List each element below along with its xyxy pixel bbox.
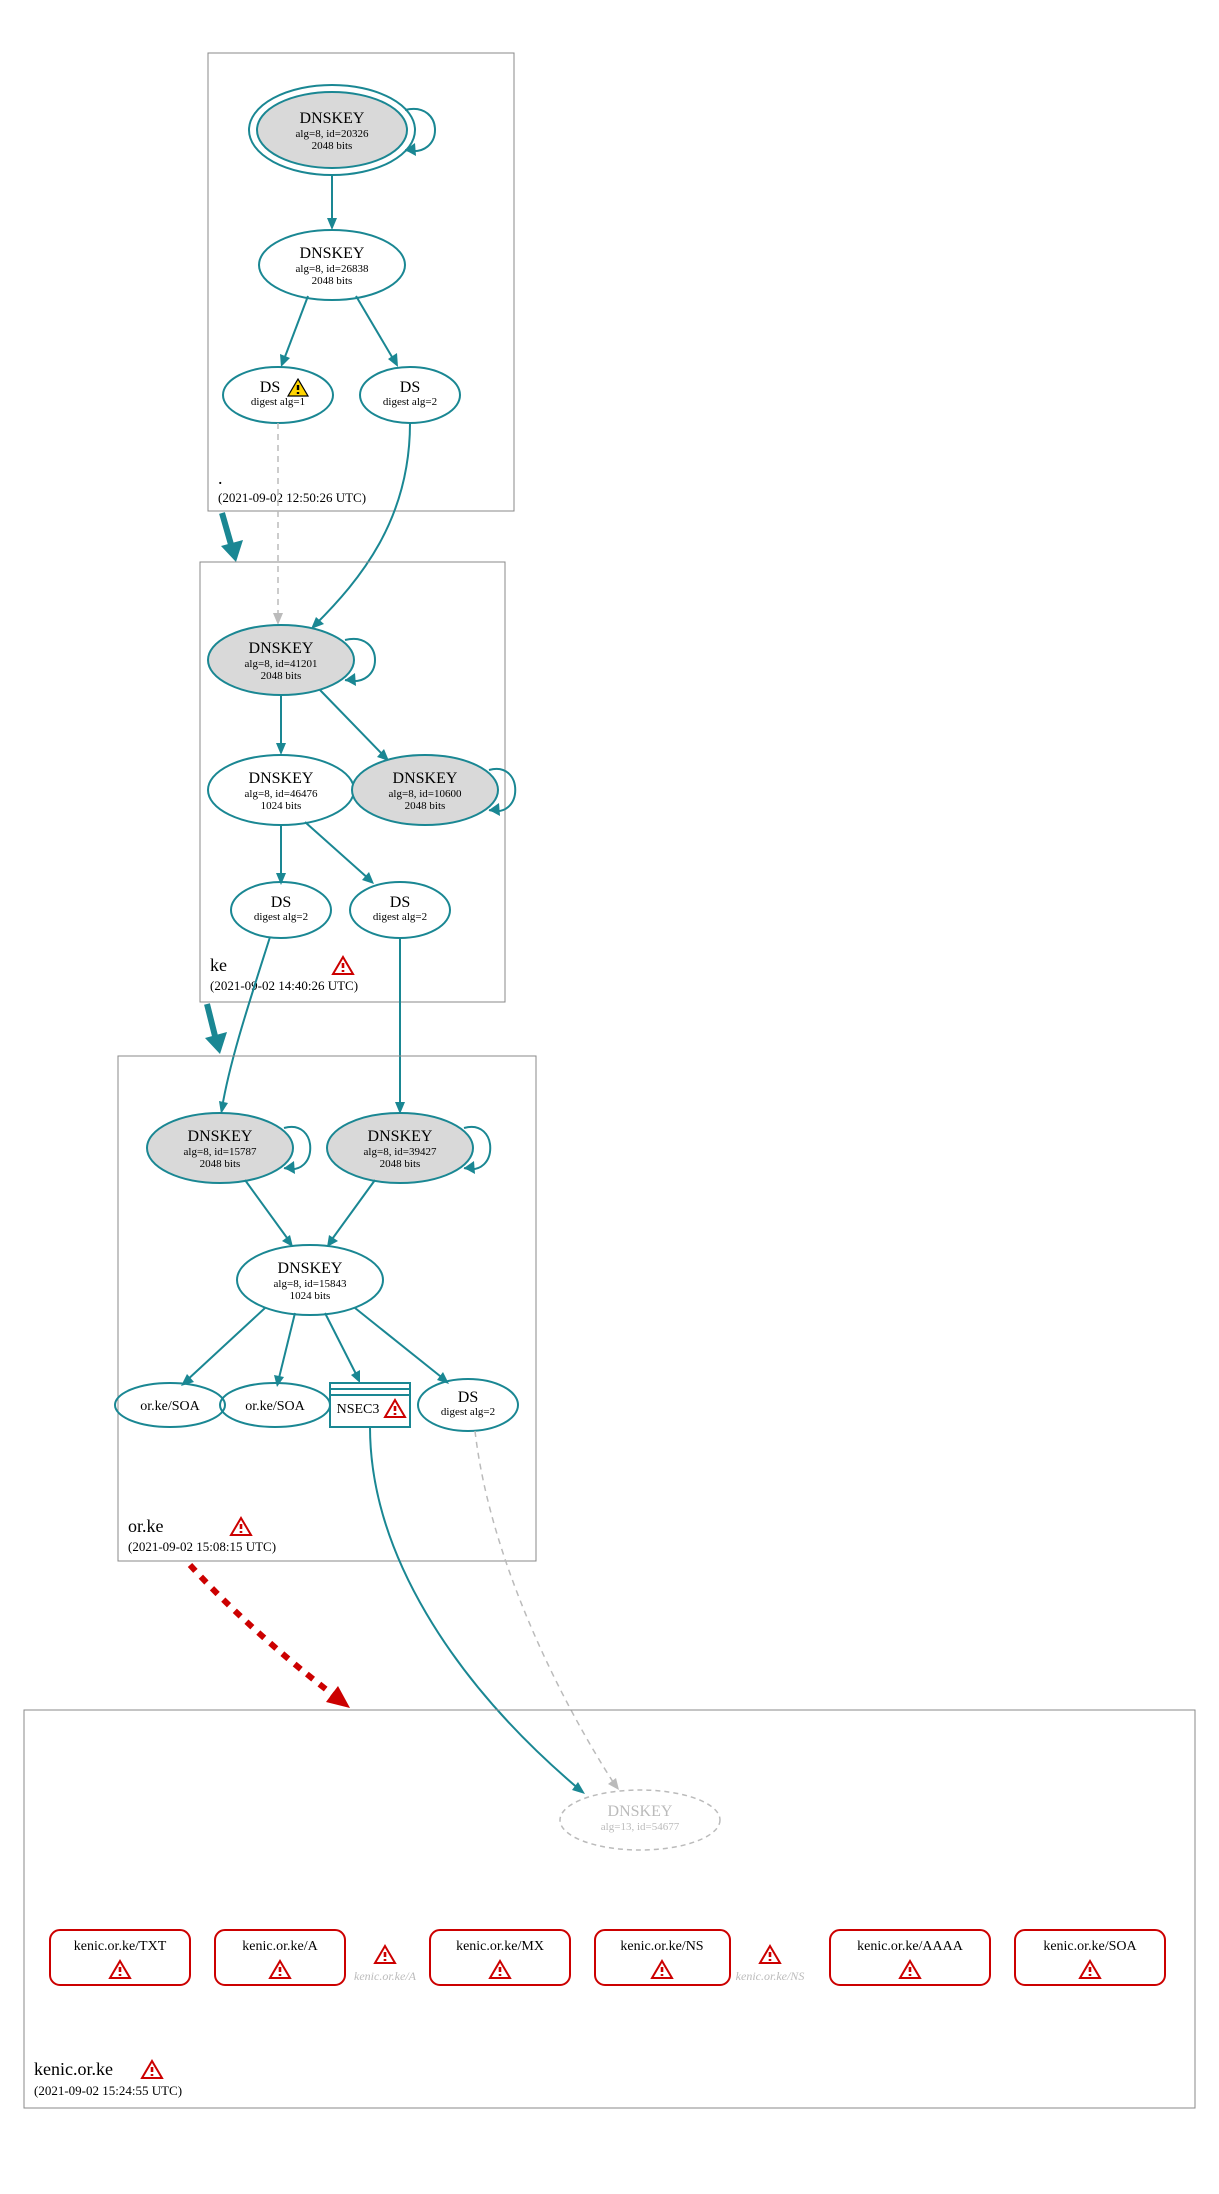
- zone-ke-label: ke: [210, 955, 227, 975]
- svg-text:2048 bits: 2048 bits: [200, 1158, 241, 1170]
- orke-soa1: or.ke/SOA: [115, 1383, 225, 1427]
- kenic-txt: kenic.or.ke/TXT: [50, 1930, 190, 1985]
- zone-orke-time: (2021-09-02 15:08:15 UTC): [128, 1539, 276, 1554]
- svg-text:kenic.or.ke/TXT: kenic.or.ke/TXT: [74, 1939, 167, 1954]
- svg-text:DNSKEY: DNSKEY: [188, 1128, 253, 1145]
- orke-zsk: DNSKEY alg=8, id=15843 1024 bits: [237, 1245, 383, 1315]
- zone-kenic-label: kenic.or.ke: [34, 2059, 113, 2079]
- svg-text:kenic.or.ke/A: kenic.or.ke/A: [242, 1939, 318, 1954]
- error-icon: [142, 2061, 162, 2078]
- ke-ds2: DS digest alg=2: [350, 882, 450, 938]
- ke-ksk2: DNSKEY alg=8, id=10600 2048 bits: [352, 755, 515, 825]
- zone-root-time: (2021-09-02 12:50:26 UTC): [218, 490, 366, 505]
- svg-text:1024 bits: 1024 bits: [290, 1290, 331, 1302]
- svg-text:digest alg=2: digest alg=2: [254, 911, 308, 923]
- svg-text:alg=8, id=15787: alg=8, id=15787: [184, 1146, 257, 1158]
- svg-text:NSEC3: NSEC3: [337, 1402, 380, 1417]
- orke-soa2: or.ke/SOA: [220, 1383, 330, 1427]
- svg-text:alg=8, id=20326: alg=8, id=20326: [296, 128, 369, 140]
- svg-text:alg=8, id=41201: alg=8, id=41201: [245, 658, 318, 670]
- svg-text:digest alg=2: digest alg=2: [383, 396, 437, 408]
- svg-text:DNSKEY: DNSKEY: [249, 640, 314, 657]
- svg-text:2048 bits: 2048 bits: [380, 1158, 421, 1170]
- svg-text:DNSKEY: DNSKEY: [368, 1128, 433, 1145]
- root-ds1: DS digest alg=1: [223, 367, 333, 423]
- svg-text:alg=8, id=10600: alg=8, id=10600: [389, 788, 462, 800]
- svg-text:2048 bits: 2048 bits: [261, 670, 302, 682]
- root-ds2: DS digest alg=2: [360, 367, 460, 423]
- kenic-mx: kenic.or.ke/MX: [430, 1930, 570, 1985]
- orke-ds: DS digest alg=2: [418, 1379, 518, 1431]
- zone-kenic-time: (2021-09-02 15:24:55 UTC): [34, 2083, 182, 2098]
- root-zsk: DNSKEY alg=8, id=26838 2048 bits: [259, 230, 405, 300]
- zone-ke-time: (2021-09-02 14:40:26 UTC): [210, 978, 358, 993]
- svg-text:DNSKEY: DNSKEY: [249, 770, 314, 787]
- kenic-ns: kenic.or.ke/NS: [595, 1930, 730, 1985]
- svg-text:kenic.or.ke/SOA: kenic.or.ke/SOA: [1043, 1939, 1137, 1954]
- orke-nsec3: NSEC3: [330, 1383, 410, 1427]
- zone-root-label: .: [218, 468, 223, 488]
- kenic-soa: kenic.or.ke/SOA: [1015, 1930, 1165, 1985]
- ke-ds1: DS digest alg=2: [231, 882, 331, 938]
- ghost-a: kenic.or.ke/A: [354, 1969, 417, 1983]
- svg-text:alg=8, id=46476: alg=8, id=46476: [245, 788, 318, 800]
- svg-text:DS: DS: [260, 379, 280, 396]
- svg-text:DNSKEY: DNSKEY: [278, 1260, 343, 1277]
- svg-text:DS: DS: [390, 894, 410, 911]
- zone-orke-label: or.ke: [128, 1516, 164, 1536]
- svg-text:kenic.or.ke/MX: kenic.or.ke/MX: [456, 1939, 544, 1954]
- svg-text:digest alg=2: digest alg=2: [373, 911, 427, 923]
- svg-text:DS: DS: [400, 379, 420, 396]
- zone-root: . (2021-09-02 12:50:26 UTC) DNSKEY alg=8…: [208, 53, 514, 511]
- svg-text:DS: DS: [271, 894, 291, 911]
- svg-text:digest alg=1: digest alg=1: [251, 396, 305, 408]
- warning-icon: [288, 379, 308, 396]
- svg-text:kenic.or.ke/AAAA: kenic.or.ke/AAAA: [857, 1939, 964, 1954]
- svg-text:DNSKEY: DNSKEY: [393, 770, 458, 787]
- error-icon: [760, 1946, 780, 1963]
- error-icon: [375, 1946, 395, 1963]
- svg-text:2048 bits: 2048 bits: [405, 800, 446, 812]
- svg-text:DNSKEY: DNSKEY: [300, 110, 365, 127]
- svg-text:DS: DS: [458, 1389, 478, 1406]
- svg-text:2048 bits: 2048 bits: [312, 140, 353, 152]
- ke-zsk: DNSKEY alg=8, id=46476 1024 bits: [208, 755, 354, 825]
- zone-orke: or.ke (2021-09-02 15:08:15 UTC) DNSKEY a…: [115, 1056, 536, 1561]
- error-icon: [333, 957, 353, 974]
- zone-kenic: kenic.or.ke (2021-09-02 15:24:55 UTC) DN…: [24, 1710, 1195, 2108]
- orke-ksk1: DNSKEY alg=8, id=15787 2048 bits: [147, 1113, 310, 1183]
- svg-text:or.ke/SOA: or.ke/SOA: [140, 1399, 200, 1414]
- svg-text:or.ke/SOA: or.ke/SOA: [245, 1399, 305, 1414]
- kenic-dnskey: DNSKEY alg=13, id=54677: [560, 1790, 720, 1850]
- svg-text:DNSKEY: DNSKEY: [300, 245, 365, 262]
- ke-ksk: DNSKEY alg=8, id=41201 2048 bits: [208, 625, 375, 695]
- root-ksk: DNSKEY alg=8, id=20326 2048 bits: [249, 85, 435, 175]
- svg-text:alg=8, id=26838: alg=8, id=26838: [296, 263, 369, 275]
- svg-text:kenic.or.ke/NS: kenic.or.ke/NS: [620, 1939, 703, 1954]
- svg-text:2048 bits: 2048 bits: [312, 275, 353, 287]
- svg-text:1024 bits: 1024 bits: [261, 800, 302, 812]
- svg-text:digest alg=2: digest alg=2: [441, 1406, 495, 1418]
- kenic-a: kenic.or.ke/A: [215, 1930, 345, 1985]
- svg-text:alg=8, id=39427: alg=8, id=39427: [364, 1146, 437, 1158]
- svg-text:alg=13, id=54677: alg=13, id=54677: [601, 1821, 680, 1833]
- ghost-ns: kenic.or.ke/NS: [736, 1969, 805, 1983]
- kenic-aaaa: kenic.or.ke/AAAA: [830, 1930, 990, 1985]
- svg-text:alg=8, id=15843: alg=8, id=15843: [274, 1278, 347, 1290]
- error-icon: [231, 1518, 251, 1535]
- dnssec-diagram: . (2021-09-02 12:50:26 UTC) DNSKEY alg=8…: [0, 0, 1219, 2194]
- orke-ksk2: DNSKEY alg=8, id=39427 2048 bits: [327, 1113, 490, 1183]
- zone-ke: ke (2021-09-02 14:40:26 UTC) DNSKEY alg=…: [200, 562, 515, 1002]
- svg-text:DNSKEY: DNSKEY: [608, 1803, 673, 1820]
